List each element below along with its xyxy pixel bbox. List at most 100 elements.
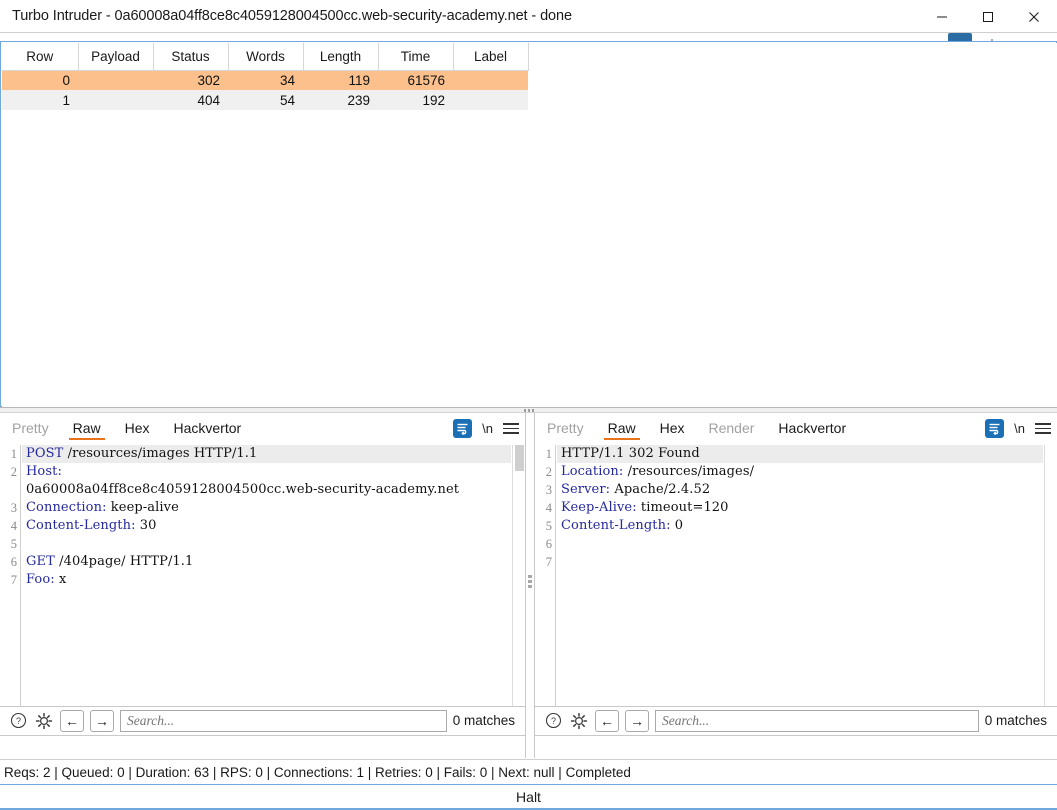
- line-number: 5: [10, 537, 17, 551]
- request-line-gutter: 1 2 3 4 5 6 7: [0, 445, 21, 716]
- http-keyword: POST: [26, 446, 64, 461]
- svg-text:?: ?: [15, 716, 20, 726]
- word-wrap-icon[interactable]: [453, 419, 473, 438]
- line-number: 4: [545, 501, 552, 515]
- table-row[interactable]: 1 404 54 239 192: [2, 90, 528, 110]
- status-text: Reqs: 2 | Queued: 0 | Duration: 63 | RPS…: [4, 764, 631, 780]
- gear-icon[interactable]: [34, 711, 54, 731]
- column-header-time[interactable]: Time: [378, 43, 454, 71]
- search-next-button[interactable]: →: [90, 709, 114, 732]
- cell-time: 61576: [378, 70, 453, 90]
- response-code-lines[interactable]: HTTP/1.1 302 Found Location: /resources/…: [557, 445, 1043, 571]
- search-input[interactable]: [655, 709, 979, 732]
- code-line: Server: Apache/2.4.52: [557, 481, 1043, 499]
- search-next-button[interactable]: →: [625, 709, 649, 732]
- column-header-status[interactable]: Status: [153, 43, 229, 71]
- newline-toggle-icon[interactable]: \n: [1014, 421, 1025, 436]
- column-header-label[interactable]: Label: [453, 43, 529, 71]
- response-pane: Pretty Raw Hex Render Hackvertor \n 1 2 …: [535, 413, 1057, 758]
- http-keyword: Host:: [26, 464, 62, 479]
- line-number: 3: [545, 483, 552, 497]
- tab-pretty[interactable]: Pretty: [535, 413, 596, 444]
- line-number: 2: [545, 465, 552, 479]
- minimize-button[interactable]: [919, 0, 965, 33]
- code-text: /resources/images HTTP/1.1: [63, 446, 258, 461]
- code-text: HTTP/1.1 302 Found: [561, 446, 700, 461]
- code-line: Content-Length: 0: [557, 517, 1043, 535]
- halt-button-label: Halt: [516, 789, 541, 805]
- cell-time: 192: [378, 90, 453, 110]
- http-keyword: Keep-Alive:: [561, 500, 637, 515]
- word-wrap-icon[interactable]: [985, 419, 1005, 438]
- http-keyword: GET: [26, 554, 55, 569]
- search-prev-button[interactable]: ←: [595, 709, 619, 732]
- close-button[interactable]: [1011, 0, 1057, 33]
- cell-length: 119: [303, 70, 378, 90]
- tab-pretty[interactable]: Pretty: [0, 413, 61, 444]
- hamburger-menu-icon[interactable]: [1035, 423, 1051, 434]
- cell-payload: [78, 90, 153, 110]
- code-text: 30: [135, 518, 157, 533]
- tab-hex[interactable]: Hex: [113, 413, 162, 444]
- column-header-words[interactable]: Words: [228, 43, 304, 71]
- code-text: x: [54, 572, 67, 587]
- gear-icon[interactable]: [569, 711, 589, 731]
- http-keyword: Content-Length:: [26, 518, 136, 533]
- maximize-button[interactable]: [965, 0, 1011, 33]
- scrollbar-thumb[interactable]: [1047, 445, 1056, 471]
- cell-row: 1: [2, 90, 78, 110]
- code-line: Content-Length: 30: [22, 517, 511, 535]
- column-header-payload[interactable]: Payload: [78, 43, 154, 71]
- results-table-container[interactable]: Row Payload Status Words Length Time Lab…: [2, 43, 1057, 407]
- line-number: 7: [545, 555, 552, 569]
- response-vertical-scrollbar[interactable]: [1044, 445, 1057, 716]
- request-editor[interactable]: 1 2 3 4 5 6 7 POST /resources/images HTT…: [0, 444, 525, 716]
- clipped-toolbar-button[interactable]: [948, 33, 972, 41]
- code-line-wrapped: 0a60008a04ff8ce8c4059128004500cc.web-sec…: [22, 481, 511, 499]
- search-prev-button[interactable]: ←: [60, 709, 84, 732]
- help-circle-icon[interactable]: ?: [543, 711, 563, 731]
- request-tab-actions: \n: [453, 413, 519, 444]
- response-pane-divider: [535, 735, 1057, 736]
- request-pane: Pretty Raw Hex Hackvertor \n 1 2 3 4 5 6…: [0, 413, 525, 758]
- window-controls: [919, 0, 1057, 33]
- halt-button[interactable]: Halt: [0, 784, 1057, 810]
- tab-hackvertor[interactable]: Hackvertor: [766, 413, 858, 444]
- tab-render[interactable]: Render: [697, 413, 767, 444]
- cell-label: [453, 90, 528, 110]
- request-search-bar: ? ← → 0 matches: [0, 706, 525, 734]
- svg-text:?: ?: [550, 716, 555, 726]
- tab-raw[interactable]: Raw: [596, 413, 648, 444]
- hamburger-menu-icon[interactable]: [503, 423, 519, 434]
- request-pane-divider: [0, 735, 525, 736]
- http-keyword: Foo:: [26, 572, 55, 587]
- line-number: 1: [545, 447, 552, 461]
- tab-hackvertor[interactable]: Hackvertor: [162, 413, 254, 444]
- line-number: 5: [545, 519, 552, 533]
- request-tab-bar: Pretty Raw Hex Hackvertor \n: [0, 413, 525, 444]
- cell-status: 404: [153, 90, 228, 110]
- code-line: Foo: x: [22, 571, 511, 589]
- results-table[interactable]: Row Payload Status Words Length Time Lab…: [2, 43, 529, 110]
- help-circle-icon[interactable]: ?: [8, 711, 28, 731]
- search-input[interactable]: [120, 709, 447, 732]
- response-editor[interactable]: 1 2 3 4 5 6 7 HTTP/1.1 302 Found Locatio…: [535, 444, 1057, 716]
- title-bar: Turbo Intruder - 0a60008a04ff8ce8c405912…: [0, 0, 1057, 33]
- tab-hex[interactable]: Hex: [648, 413, 697, 444]
- newline-toggle-icon[interactable]: \n: [482, 421, 493, 436]
- vertical-splitter[interactable]: [525, 413, 535, 758]
- column-header-row[interactable]: Row: [2, 43, 79, 71]
- code-text: /resources/images/: [623, 464, 755, 479]
- code-line: HTTP/1.1 302 Found: [557, 445, 1043, 463]
- request-vertical-scrollbar[interactable]: [512, 445, 525, 716]
- table-row[interactable]: 0 302 34 119 61576: [2, 70, 528, 90]
- http-keyword: Location:: [561, 464, 624, 479]
- request-code-lines[interactable]: POST /resources/images HTTP/1.1 Host: 0a…: [22, 445, 511, 589]
- column-header-length[interactable]: Length: [303, 43, 379, 71]
- response-search-bar: ? ← → 0 matches: [535, 706, 1057, 734]
- scrollbar-thumb[interactable]: [515, 445, 524, 471]
- code-text: 0a60008a04ff8ce8c4059128004500cc.web-sec…: [26, 482, 460, 497]
- code-text: Apache/2.4.52: [610, 482, 711, 497]
- tab-raw[interactable]: Raw: [61, 413, 113, 444]
